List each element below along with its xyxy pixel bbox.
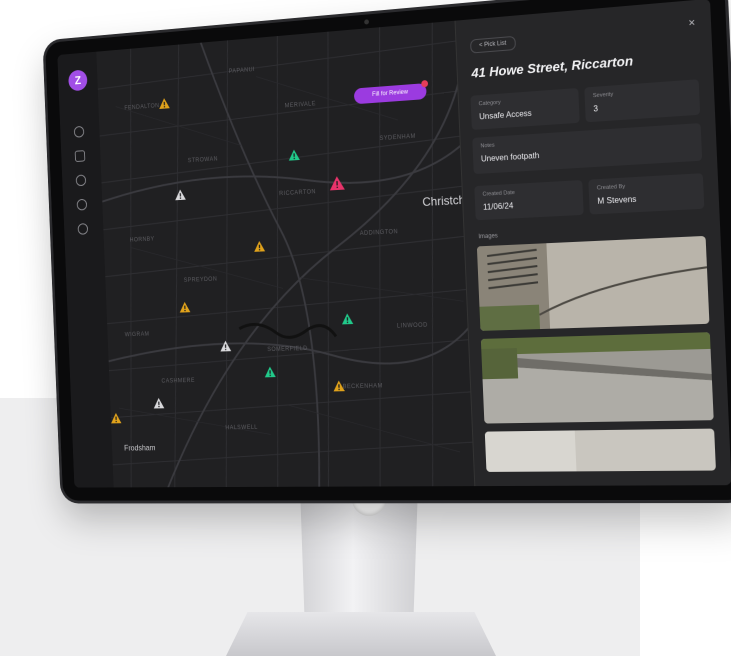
severity-field: Severity 3 (584, 79, 701, 123)
panel-title: 41 Howe Street, Riccarton (471, 52, 634, 81)
notes-value: Uneven footpath (480, 150, 540, 164)
warning-triangle-icon (110, 412, 122, 424)
warning-triangle-icon (158, 97, 170, 109)
map-canvas[interactable]: FENDALTON MERIVALE RICCARTON ADDINGTON S… (96, 20, 476, 488)
warning-triangle-icon (179, 301, 191, 313)
warning-triangle-icon (333, 380, 345, 392)
issue-marker-resolved[interactable] (264, 366, 276, 378)
issue-detail-panel: < Pick List × 41 Howe Street, Riccarton … (454, 0, 731, 487)
notes-field: Notes Uneven footpath (472, 123, 703, 175)
app-logo[interactable]: Z (68, 69, 88, 92)
street-label: CASHMERE (161, 378, 196, 385)
issue-photo[interactable] (484, 428, 716, 472)
photo-uneven-slab (480, 332, 714, 424)
street-label: BECKENHAM (342, 383, 383, 391)
street-label: WIGRAM (124, 331, 150, 339)
monitor-bezel: Z FENDALTON MERIVALE RICCARTON ADDINGTON… (45, 0, 731, 501)
warning-triangle-icon (220, 340, 232, 352)
issue-marker-pending[interactable] (110, 412, 122, 424)
camera-dot (364, 19, 370, 25)
created-by-field: Created By M Stevens (588, 173, 705, 215)
issue-marker-pending[interactable] (179, 301, 191, 313)
photo-footpath (484, 428, 716, 472)
severity-label: Severity (592, 91, 614, 100)
created-date-field: Created Date 11/06/24 (474, 180, 584, 221)
issue-marker-selected[interactable] (329, 175, 345, 191)
warning-triangle-icon (253, 240, 266, 252)
issue-marker-new[interactable] (153, 397, 165, 409)
category-label: Category (478, 99, 501, 108)
issue-marker-resolved[interactable] (341, 313, 354, 325)
issue-photo[interactable] (480, 332, 714, 424)
list-icon[interactable] (74, 150, 86, 163)
severity-value: 3 (593, 104, 599, 114)
issue-marker-resolved[interactable] (288, 149, 300, 161)
pick-list-button[interactable]: < Pick List (470, 35, 516, 54)
warning-triangle-icon (174, 189, 186, 201)
warning-triangle-icon (288, 149, 300, 161)
created-by-label: Created By (596, 183, 626, 192)
monitor-stand-foot (226, 612, 496, 656)
issue-marker-pending[interactable] (333, 380, 345, 392)
warning-triangle-icon (329, 175, 345, 191)
notes-label: Notes (480, 142, 495, 150)
issue-marker-new[interactable] (174, 189, 186, 201)
issue-marker-pending[interactable] (158, 97, 170, 109)
issue-marker-new[interactable] (220, 340, 232, 352)
filter-review-label: Fill for Review (372, 89, 409, 99)
warning-triangle-icon (341, 313, 354, 325)
created-by-value: M Stevens (597, 194, 637, 206)
issue-marker-pending[interactable] (253, 240, 266, 252)
images-label: Images (478, 233, 498, 241)
photo-drain-crack (476, 235, 710, 331)
street-label: LINWOOD (396, 322, 428, 330)
created-date-label: Created Date (482, 189, 516, 198)
search-icon[interactable] (75, 174, 87, 187)
settings-icon[interactable] (77, 223, 89, 235)
close-icon[interactable]: × (685, 16, 698, 30)
home-icon[interactable] (73, 125, 85, 138)
category-field: Category Unsafe Access (470, 87, 580, 130)
category-value: Unsafe Access (479, 108, 532, 122)
app-screen: Z FENDALTON MERIVALE RICCARTON ADDINGTON… (57, 0, 731, 488)
issue-photo[interactable] (476, 235, 710, 331)
bell-icon[interactable] (76, 198, 88, 211)
street-label: HALSWELL (225, 424, 258, 432)
street-label: SOMERFIELD (267, 346, 308, 354)
warning-triangle-icon (153, 397, 165, 409)
warning-triangle-icon (264, 366, 276, 378)
created-date-value: 11/06/24 (482, 201, 514, 212)
suburb-label: Frodsham (123, 443, 156, 453)
